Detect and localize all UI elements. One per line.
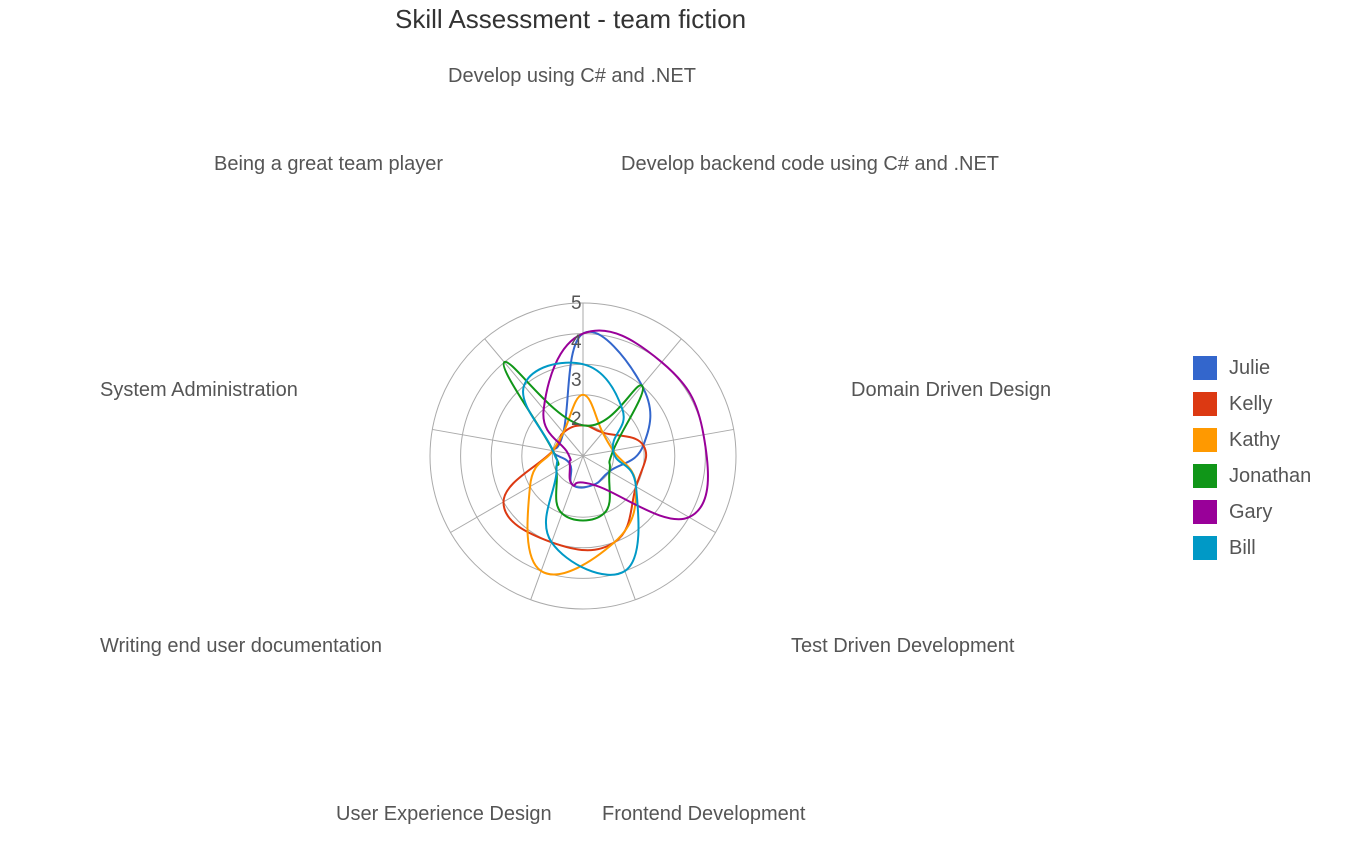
legend-label: Kelly <box>1229 392 1273 415</box>
legend-label: Gary <box>1229 500 1273 523</box>
legend-swatch <box>1193 536 1217 560</box>
legend-swatch <box>1193 392 1217 416</box>
legend-swatch <box>1193 356 1217 380</box>
radar-ticks: 2 3 4 5 <box>571 293 582 430</box>
legend-label: Julie <box>1229 356 1271 379</box>
legend-label: Bill <box>1229 536 1256 559</box>
legend-swatch <box>1193 428 1217 452</box>
legend-swatch <box>1193 464 1217 488</box>
chart-page: Skill Assessment - team fiction Develop … <box>0 0 1362 868</box>
tick-label-4: 4 <box>571 332 582 353</box>
legend-item-julie[interactable]: Julie <box>1193 350 1311 386</box>
legend-item-kelly[interactable]: Kelly <box>1193 386 1311 422</box>
tick-label-3: 3 <box>571 370 582 391</box>
legend-item-bill[interactable]: Bill <box>1193 530 1311 566</box>
radar-plot: 2 3 4 5 <box>429 293 737 610</box>
grid-spoke-6 <box>450 455 584 533</box>
legend: Julie Kelly Kathy Jonathan Gary Bill <box>1193 350 1311 566</box>
legend-label: Jonathan <box>1229 464 1312 487</box>
tick-label-2: 2 <box>571 409 582 430</box>
series-line-julie <box>551 330 652 489</box>
radar-grid <box>429 302 737 610</box>
tick-label-5: 5 <box>571 293 582 314</box>
legend-label: Kathy <box>1229 428 1281 451</box>
legend-item-jonathan[interactable]: Jonathan <box>1193 458 1311 494</box>
legend-swatch <box>1193 500 1217 524</box>
legend-item-gary[interactable]: Gary <box>1193 494 1311 530</box>
grid-spoke-3 <box>582 455 716 533</box>
legend-item-kathy[interactable]: Kathy <box>1193 422 1311 458</box>
